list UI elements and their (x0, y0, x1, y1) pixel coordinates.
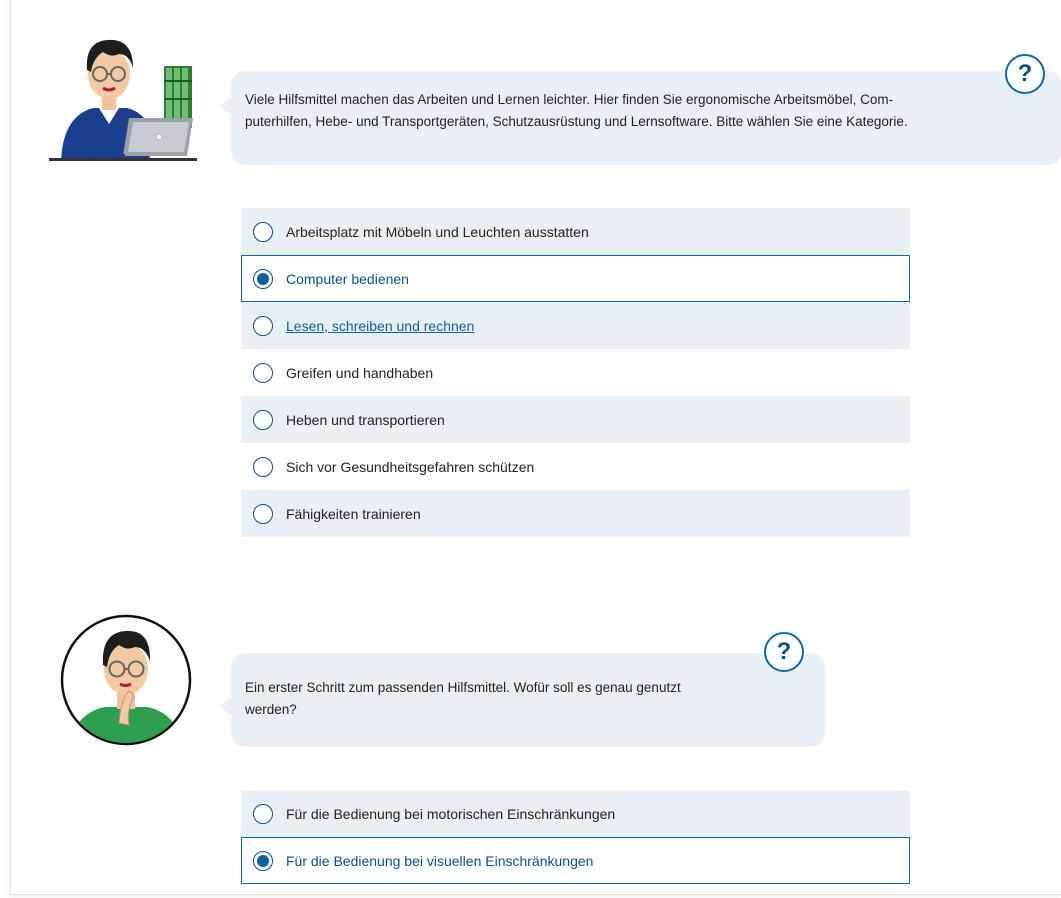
option-label: Greifen und handhaben (286, 364, 434, 381)
question-text-line-2: puterhilfen, Hebe- und Transportgeräten,… (245, 114, 908, 129)
option-label: Heben und transportieren (286, 411, 445, 428)
radio-button[interactable] (253, 803, 273, 824)
radio-button[interactable] (253, 503, 273, 524)
option-gesundheitsgefahren[interactable]: Sich vor Gesundheitsgefahren schützen (241, 443, 910, 490)
option-motorische-einschraenkungen[interactable]: Für die Bedienung bei motorischen Einsch… (241, 790, 910, 837)
radio-button[interactable] (253, 362, 273, 383)
option-lesen-schreiben-rechnen[interactable]: Lesen, schreiben und rechnen (241, 302, 910, 349)
question-text-line-1: Viele Hilfsmittel machen das Arbeiten un… (245, 92, 894, 107)
usage-options: Für die Bedienung bei motorischen Einsch… (241, 790, 910, 884)
option-label: Arbeitsplatz mit Möbeln und Leuchten aus… (286, 223, 589, 240)
option-arbeitsplatz[interactable]: Arbeitsplatz mit Möbeln und Leuchten aus… (241, 208, 910, 255)
option-label: Computer bedienen (286, 270, 409, 287)
question-text-line-2: werden? (245, 702, 297, 717)
radio-button[interactable] (253, 268, 273, 289)
question-mark-icon: ? (1017, 60, 1033, 87)
woman-at-laptop-illustration (49, 39, 197, 161)
question-mark-icon: ? (776, 638, 792, 665)
radio-button[interactable] (253, 850, 273, 871)
radio-button[interactable] (253, 456, 273, 477)
option-faehigkeiten-trainieren[interactable]: Fähigkeiten trainieren (241, 490, 910, 537)
question-text-line-1: Ein erster Schritt zum passenden Hilfsmi… (245, 680, 681, 695)
help-button-1[interactable]: ? (1005, 54, 1045, 94)
thinking-woman-portrait (60, 614, 192, 746)
option-visuelle-einschraenkungen[interactable]: Für die Bedienung bei visuellen Einschrä… (241, 837, 910, 884)
question-bubble-1: Viele Hilfsmittel machen das Arbeiten un… (219, 71, 1061, 165)
help-button-2[interactable]: ? (764, 632, 804, 672)
radio-button[interactable] (253, 221, 273, 242)
option-label: Für die Bedienung bei visuellen Einschrä… (286, 852, 594, 869)
option-label: Lesen, schreiben und rechnen (286, 317, 475, 334)
bubble-tail (219, 97, 231, 115)
option-heben-transportieren[interactable]: Heben und transportieren (241, 396, 910, 443)
page-frame: Viele Hilfsmittel machen das Arbeiten un… (10, 0, 1061, 895)
bubble-tail (219, 697, 231, 715)
question-bubble-2: Ein erster Schritt zum passenden Hilfsmi… (219, 653, 825, 747)
option-label: Sich vor Gesundheitsgefahren schützen (286, 458, 535, 475)
radio-button[interactable] (253, 409, 273, 430)
radio-button[interactable] (253, 315, 273, 336)
option-greifen-handhaben[interactable]: Greifen und handhaben (241, 349, 910, 396)
option-label: Für die Bedienung bei motorischen Einsch… (286, 805, 616, 822)
category-options: Arbeitsplatz mit Möbeln und Leuchten aus… (241, 208, 910, 537)
option-label: Fähigkeiten trainieren (286, 505, 421, 522)
option-computer-bedienen[interactable]: Computer bedienen (241, 255, 910, 302)
